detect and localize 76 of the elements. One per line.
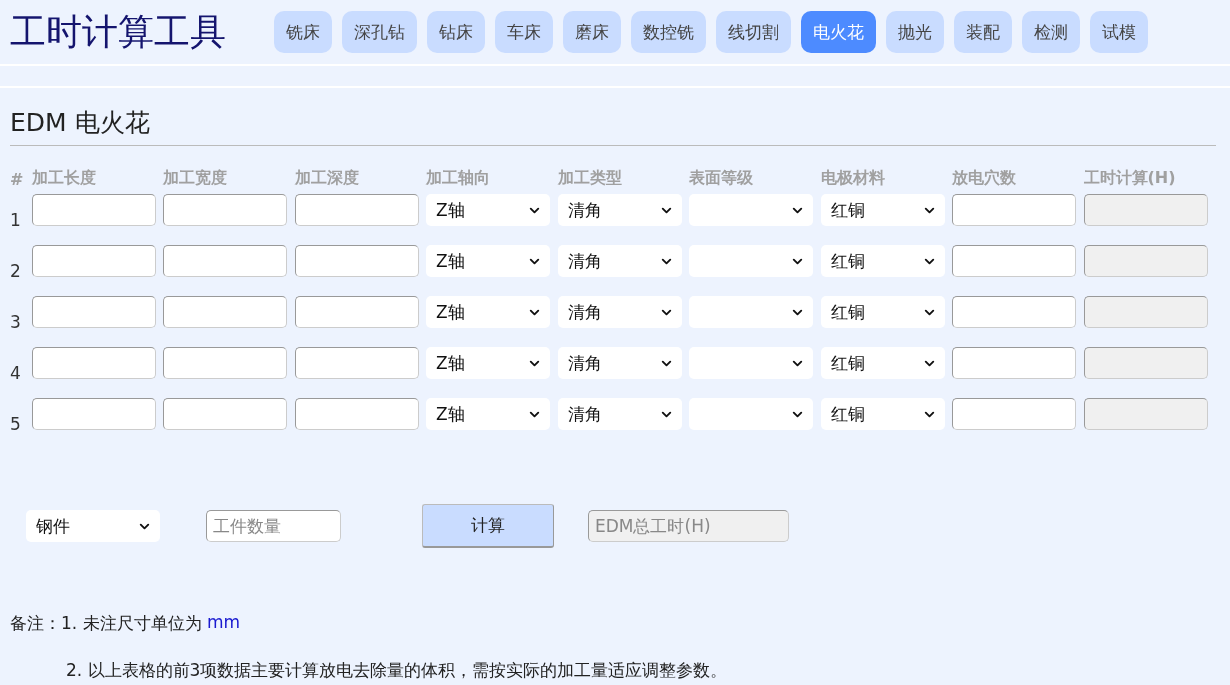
column-header: 加工长度 (31, 168, 97, 189)
input-field[interactable] (952, 296, 1076, 328)
input-field[interactable] (31, 296, 156, 328)
select-field[interactable] (689, 398, 813, 430)
select-field[interactable]: Z轴 (426, 347, 550, 379)
column-header: # (10, 170, 24, 189)
select-field[interactable]: 红铜 (820, 398, 945, 430)
column-header: 工时计算(H) (1083, 168, 1177, 189)
tab[interactable]: 装配 (954, 11, 1012, 53)
input-field[interactable] (952, 347, 1076, 379)
tab[interactable]: 钻床 (427, 11, 485, 53)
output-field: EDM总工时(H) (588, 510, 789, 542)
select-field[interactable] (689, 194, 813, 226)
tab[interactable]: 抛光 (886, 11, 944, 53)
column-header: 加工深度 (294, 168, 360, 189)
column-header: 表面等级 (689, 168, 754, 189)
input-field[interactable] (163, 398, 287, 430)
select-field[interactable]: Z轴 (426, 194, 550, 226)
input-field[interactable] (163, 296, 287, 328)
select-field[interactable]: 红铜 (820, 194, 945, 226)
select-field[interactable] (689, 296, 813, 328)
select-field[interactable] (689, 347, 813, 379)
select-field[interactable]: 红铜 (820, 296, 945, 328)
select-field[interactable]: 红铜 (820, 347, 945, 379)
tab[interactable]: 数控铣 (631, 11, 706, 53)
tab[interactable]: 磨床 (563, 11, 621, 53)
select-field[interactable]: 清角 (557, 296, 682, 328)
select-field[interactable]: 钢件 (26, 510, 160, 542)
input-field[interactable] (952, 245, 1076, 277)
tab[interactable]: 铣床 (274, 11, 332, 53)
select-field[interactable]: 清角 (557, 194, 682, 226)
row-number: 2 (10, 261, 22, 281)
input-field[interactable] (31, 245, 156, 277)
row-number: 5 (10, 414, 22, 434)
row-number: 3 (10, 312, 22, 332)
select-field[interactable]: 红铜 (820, 245, 945, 277)
note-text: 2. 以上表格的前3项数据主要计算放电去除量的体积，需按实际的加工量适应调整参数。 (66, 659, 728, 682)
section-title: EDM 电火花 (10, 106, 1216, 146)
input-field[interactable] (952, 398, 1076, 430)
select-field[interactable]: 清角 (557, 245, 682, 277)
input-field[interactable] (952, 194, 1076, 226)
input-field[interactable] (163, 245, 287, 277)
select-field[interactable]: 清角 (557, 398, 682, 430)
tab[interactable]: 线切割 (716, 11, 791, 53)
input-field[interactable] (294, 245, 419, 277)
input-field[interactable] (294, 296, 419, 328)
column-header: 放电穴数 (952, 168, 1017, 189)
input-field[interactable] (294, 398, 419, 430)
calculate-button[interactable]: 计算 (422, 504, 554, 548)
select-field[interactable]: 清角 (557, 347, 682, 379)
column-header: 电极材料 (820, 168, 886, 189)
input-field[interactable] (163, 194, 287, 226)
select-field[interactable]: Z轴 (426, 296, 550, 328)
tab[interactable]: 深孔钻 (342, 11, 417, 53)
input-field[interactable]: 工件数量 (206, 510, 341, 542)
app-title: 工时计算工具 (10, 9, 226, 54)
select-field[interactable]: Z轴 (426, 398, 550, 430)
select-field[interactable]: Z轴 (426, 245, 550, 277)
note-text: 1. 未注尺寸单位为 (61, 612, 203, 635)
tab[interactable]: 车床 (495, 11, 553, 53)
row-number: 1 (10, 210, 22, 230)
input-field[interactable] (31, 194, 156, 226)
input-field[interactable] (31, 398, 156, 430)
unit-text: mm (207, 612, 241, 634)
input-field[interactable] (163, 347, 287, 379)
tab[interactable]: 试模 (1090, 11, 1148, 53)
row-number: 4 (10, 363, 22, 383)
select-field[interactable] (689, 245, 813, 277)
input-field[interactable] (294, 347, 419, 379)
input-field[interactable] (294, 194, 419, 226)
input-field[interactable] (31, 347, 156, 379)
column-header: 加工宽度 (163, 168, 228, 189)
column-header: 加工轴向 (426, 168, 491, 189)
column-header: 加工类型 (557, 168, 623, 189)
tab[interactable]: 检测 (1022, 11, 1080, 53)
note-label: 备注： (10, 612, 61, 635)
